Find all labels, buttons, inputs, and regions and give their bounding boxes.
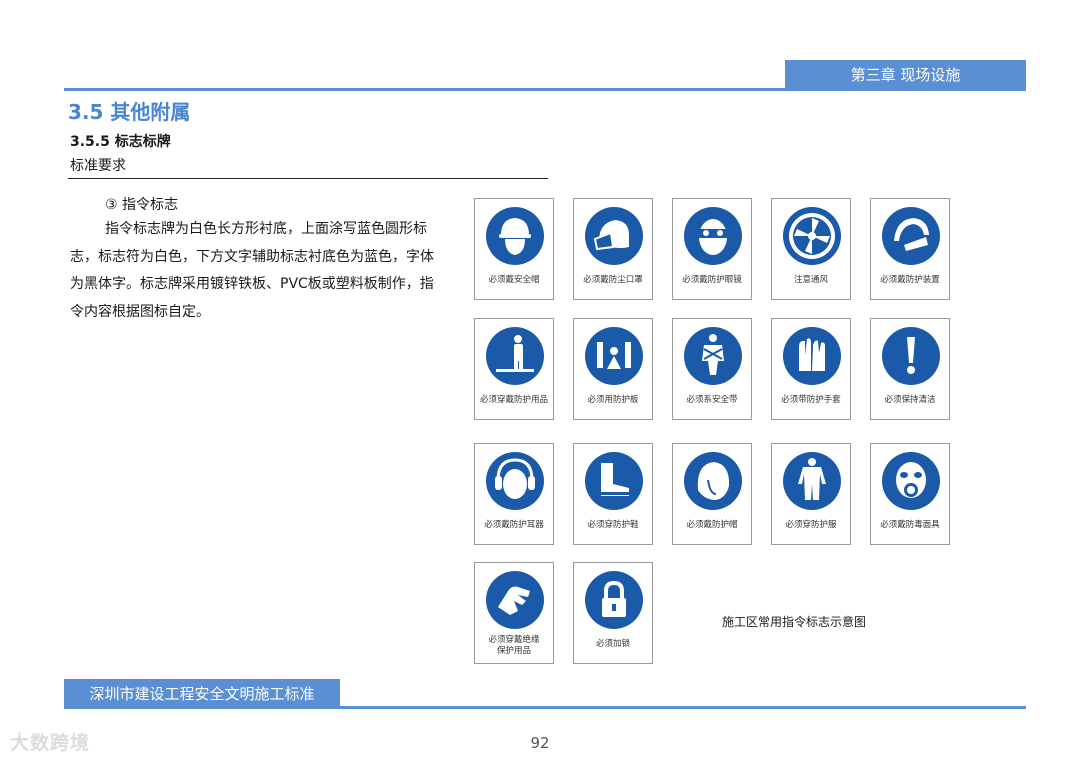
body-paragraph: 指令标志牌为白色长方形衬底，上面涂写蓝色圆形标志，标志符为白色，下方文字辅助标志… (70, 221, 434, 320)
sign-label: 必须用防护板 (587, 395, 639, 405)
helmet-icon (486, 207, 544, 265)
sign-label: 必须加锁 (595, 639, 630, 649)
sign-keep-clean: 必须保持清洁 (870, 318, 950, 420)
ear-protector-icon (486, 452, 544, 510)
sign-protective-cap: 必须戴防护帽 (672, 443, 752, 545)
sign-label: 必须戴防护帽 (686, 520, 738, 530)
sign-label: 必须戴防毒面具 (880, 520, 940, 530)
guard-board-icon (585, 327, 643, 385)
sign-label: 必须戴安全帽 (488, 275, 540, 285)
sign-gas-mask: 必须戴防毒面具 (870, 443, 950, 545)
sign-padlock: 必须加锁 (573, 562, 653, 664)
protective-gear-icon (486, 327, 544, 385)
section-title: 3.5 其他附属 (68, 100, 191, 124)
safety-harness-icon (684, 327, 742, 385)
goggles-icon (684, 207, 742, 265)
safety-boots-icon (585, 452, 643, 510)
sign-label: 必须保持清洁 (884, 395, 936, 405)
chapter-tab: 第三章 现场设施 (785, 60, 1026, 89)
sign-label: 必须带防护手套 (781, 395, 841, 405)
sign-safety-harness: 必须系安全带 (672, 318, 752, 420)
footer-title: 深圳市建设工程安全文明施工标准 (64, 679, 340, 707)
subsection-title: 3.5.5 标志标牌 (70, 134, 171, 150)
insulating-glove-icon (486, 571, 544, 629)
sign-gloves: 必须带防护手套 (771, 318, 851, 420)
exclamation-icon (882, 327, 940, 385)
sign-label: 必须戴防护耳器 (484, 520, 544, 530)
sign-helmet: 必须戴安全帽 (474, 198, 554, 300)
sign-label: 必须戴防护眼镜 (682, 275, 742, 285)
subsection-rule (68, 178, 548, 179)
page-number: 92 (530, 734, 550, 752)
protective-cap-icon (684, 452, 742, 510)
sign-goggles: 必须戴防护眼镜 (672, 198, 752, 300)
sign-label: 必须穿防护鞋 (587, 520, 639, 530)
gloves-icon (783, 327, 841, 385)
sign-protective-suit: 必须穿防护服 (771, 443, 851, 545)
footer-rule (64, 706, 1026, 709)
sign-safety-boots: 必须穿防护鞋 (573, 443, 653, 545)
padlock-icon (585, 571, 643, 629)
protective-suit-icon (783, 452, 841, 510)
sign-protective-gear: 必须穿戴防护用品 (474, 318, 554, 420)
figure-caption: 施工区常用指令标志示意图 (722, 615, 867, 629)
face-shield-icon (882, 207, 940, 265)
sign-insulating-gear: 必须穿戴绝缘保护用品 (474, 562, 554, 664)
gas-mask-icon (882, 452, 940, 510)
sign-ear-protector: 必须戴防护耳器 (474, 443, 554, 545)
sign-label: 必须戴防护装置 (880, 275, 940, 285)
watermark-logo: 大数跨境 (10, 732, 91, 754)
dust-mask-icon (585, 207, 643, 265)
header-rule (64, 88, 1026, 91)
item-title: ③ 指令标志 (105, 197, 179, 213)
sign-dust-mask: 必须戴防尘口罩 (573, 198, 653, 300)
sign-label: 必须戴防尘口罩 (583, 275, 643, 285)
sign-label: 必须穿戴绝缘保护用品 (488, 635, 540, 656)
sign-label: 注意通风 (793, 275, 828, 285)
sign-guard-board: 必须用防护板 (573, 318, 653, 420)
sign-label: 必须系安全带 (686, 395, 738, 405)
sign-face-shield: 必须戴防护装置 (870, 198, 950, 300)
sign-label: 必须穿防护服 (785, 520, 837, 530)
ventilation-icon (783, 207, 841, 265)
subsection-label: 标准要求 (70, 158, 126, 174)
sign-ventilation: 注意通风 (771, 198, 851, 300)
sign-label: 必须穿戴防护用品 (479, 395, 548, 405)
